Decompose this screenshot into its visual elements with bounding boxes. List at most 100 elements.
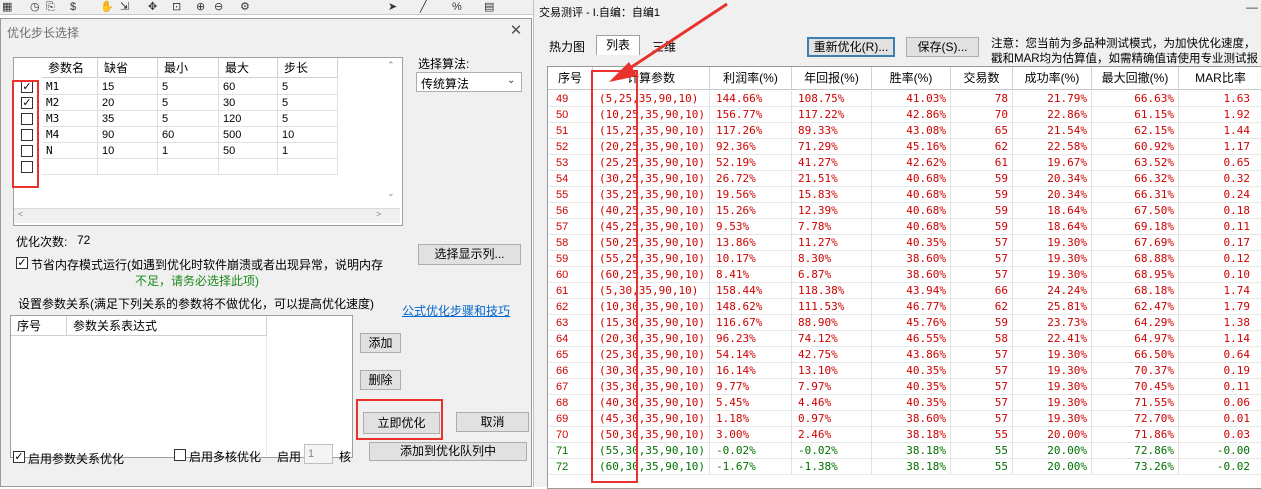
result-header-annual[interactable]: 年回报(%)	[792, 67, 872, 90]
relation-header-index[interactable]: 序号	[11, 316, 67, 336]
param-checkbox[interactable]	[21, 113, 33, 125]
param-cell-step[interactable]: 5	[278, 95, 338, 111]
scroll-right-icon[interactable]: >	[376, 209, 381, 219]
result-row[interactable]: 65 (25,30,35,90,10) 54.14% 42.75% 43.86% 57 19…	[548, 347, 1261, 363]
param-header-name[interactable]: 参数名	[42, 58, 98, 78]
param-cell-max[interactable]: 50	[219, 143, 278, 159]
multicore-checkbox[interactable]	[174, 449, 186, 461]
param-cell-default[interactable]: 90	[98, 127, 158, 143]
result-header-mar[interactable]: MAR比率	[1179, 67, 1261, 90]
param-cell-step[interactable]: 10	[278, 127, 338, 143]
param-cell-default[interactable]: 20	[98, 95, 158, 111]
param-cell-max[interactable]: 30	[219, 95, 278, 111]
param-cell-step[interactable]	[278, 159, 338, 175]
scroll-down-icon[interactable]: ⌄	[387, 188, 395, 199]
param-checkbox[interactable]	[21, 129, 33, 141]
result-row[interactable]: 59 (55,25,35,90,10) 10.17% 8.30% 38.60% 57 19.…	[548, 251, 1261, 267]
param-cell-default[interactable]	[98, 159, 158, 175]
param-checkbox[interactable]: ✓	[21, 81, 33, 93]
export-icon[interactable]: ⇲	[120, 1, 129, 14]
result-row[interactable]: 67 (35,30,35,90,10) 9.77% 7.97% 40.35% 57 19.3…	[548, 379, 1261, 395]
result-header-id[interactable]: 序号	[548, 67, 593, 90]
table-icon[interactable]: ▤	[484, 1, 494, 14]
scroll-left-icon[interactable]: <	[18, 209, 23, 219]
grid-icon[interactable]: ▦	[2, 1, 12, 14]
core-count-input[interactable]: 1	[304, 444, 333, 464]
param-cell-min[interactable]: 60	[158, 127, 219, 143]
param-checkbox[interactable]	[21, 145, 33, 157]
result-row[interactable]: 70 (50,30,35,90,10) 3.00% 2.46% 38.18% 55 20.0…	[548, 427, 1261, 443]
result-row[interactable]: 64 (20,30,35,90,10) 96.23% 74.12% 46.55% 58 22…	[548, 331, 1261, 347]
save-button[interactable]: 保存(S)...	[906, 37, 979, 57]
param-header-max[interactable]: 最大	[219, 58, 278, 78]
result-row[interactable]: 53 (25,25,35,90,10) 52.19% 41.27% 42.62% 61 19…	[548, 155, 1261, 171]
formula-tips-link[interactable]: 公式优化步骤和技巧	[402, 302, 510, 319]
result-row[interactable]: 51 (15,25,35,90,10) 117.26% 89.33% 43.08% 65 2…	[548, 123, 1261, 139]
enable-relation-checkbox[interactable]: ✓	[13, 451, 25, 463]
add-button[interactable]: 添加	[360, 333, 401, 353]
copy-icon[interactable]: ⎘	[46, 1, 55, 14]
delete-button[interactable]: 删除	[360, 370, 401, 390]
cancel-button[interactable]: 取消	[456, 412, 529, 432]
result-row[interactable]: 54 (30,25,35,90,10) 26.72% 21.51% 40.68% 59 20…	[548, 171, 1261, 187]
param-cell-min[interactable]	[158, 159, 219, 175]
zoom-fit-icon[interactable]: ⊡	[172, 1, 181, 14]
line-icon[interactable]: ╱	[420, 1, 427, 14]
param-cell-min[interactable]: 1	[158, 143, 219, 159]
zoom-out-icon[interactable]: ⊖	[214, 1, 223, 14]
scroll-up-icon[interactable]: ⌃	[387, 60, 395, 71]
parameter-grid[interactable]: 参数名 缺省 最小 最大 步长 M1 15 5 60 5 M2 20 5 30 5 M3 35 5 120…	[13, 57, 403, 226]
param-header-step[interactable]: 步长	[278, 58, 338, 78]
result-row[interactable]: 63 (15,30,35,90,10) 116.67% 88.90% 45.76% 59 2…	[548, 315, 1261, 331]
param-header-default[interactable]: 缺省	[98, 58, 158, 78]
param-cell-step[interactable]: 1	[278, 143, 338, 159]
param-cell-step[interactable]: 5	[278, 111, 338, 127]
result-row[interactable]: 58 (50,25,35,90,10) 13.86% 11.27% 40.35% 57 19…	[548, 235, 1261, 251]
param-cell-default[interactable]: 10	[98, 143, 158, 159]
result-row[interactable]: 52 (20,25,35,90,10) 92.36% 71.29% 45.16% 62 22…	[548, 139, 1261, 155]
param-cell-step[interactable]: 5	[278, 79, 338, 95]
result-row[interactable]: 66 (30,30,35,90,10) 16.14% 13.10% 40.35% 57 19…	[548, 363, 1261, 379]
optimize-now-button[interactable]: 立即优化	[363, 412, 440, 434]
param-cell-max[interactable]: 60	[219, 79, 278, 95]
result-table[interactable]: 序号 计算参数 利润率(%) 年回报(%) 胜率(%) 交易数 成功率(%) 最大回撤(%) M…	[547, 66, 1261, 489]
result-row[interactable]: 62 (10,30,35,90,10) 148.62% 111.53% 46.77% 62…	[548, 299, 1261, 315]
param-cell-min[interactable]: 5	[158, 79, 219, 95]
percent-icon[interactable]: %	[452, 1, 462, 14]
param-cell-min[interactable]: 5	[158, 111, 219, 127]
hand-icon[interactable]: ✋	[100, 1, 114, 14]
result-row[interactable]: 50 (10,25,35,90,10) 156.77% 117.22% 42.86% 70…	[548, 107, 1261, 123]
result-row[interactable]: 61 (5,30,35,90,10) 158.44% 118.38% 43.94% 66 2…	[548, 283, 1261, 299]
param-cell-max[interactable]: 120	[219, 111, 278, 127]
result-row[interactable]: 55 (35,25,35,90,10) 19.56% 15.83% 40.68% 59 20…	[548, 187, 1261, 203]
move-icon[interactable]: ✥	[148, 1, 157, 14]
minimize-icon[interactable]: —	[1246, 0, 1260, 14]
close-icon[interactable]: ✕	[506, 21, 526, 41]
zoom-in-icon[interactable]: ⊕	[196, 1, 205, 14]
result-row[interactable]: 72 (60,30,35,90,10) -1.67% -1.38% 38.18% 55 20…	[548, 459, 1261, 475]
settings-icon[interactable]: ⚙	[240, 1, 250, 14]
result-header-win[interactable]: 胜率(%)	[872, 67, 951, 90]
clock-icon[interactable]: ◷	[30, 1, 40, 14]
result-row[interactable]: 56 (40,25,35,90,10) 15.26% 12.39% 40.68% 59 18…	[548, 203, 1261, 219]
memory-mode-checkbox[interactable]: ✓	[16, 257, 28, 269]
result-header-trades[interactable]: 交易数	[951, 67, 1013, 90]
param-checkbox[interactable]: ✓	[21, 97, 33, 109]
relation-list[interactable]: 序号 参数关系表达式	[10, 315, 353, 458]
result-header-dd[interactable]: 最大回撤(%)	[1092, 67, 1179, 90]
param-checkbox[interactable]	[21, 161, 33, 173]
result-header-success[interactable]: 成功率(%)	[1013, 67, 1092, 90]
param-cell-max[interactable]: 500	[219, 127, 278, 143]
cursor-icon[interactable]: ➤	[388, 1, 397, 14]
horizontal-scrollbar[interactable]: < >	[14, 208, 400, 223]
result-row[interactable]: 68 (40,30,35,90,10) 5.45% 4.46% 40.35% 57 19.3…	[548, 395, 1261, 411]
param-cell-default[interactable]: 15	[98, 79, 158, 95]
tab-heatmap[interactable]: 热力图	[549, 38, 585, 55]
select-columns-button[interactable]: 选择显示列...	[418, 244, 521, 265]
add-to-queue-button[interactable]: 添加到优化队列中	[369, 442, 527, 461]
reoptimize-button[interactable]: 重新优化(R)...	[807, 37, 895, 57]
algo-select[interactable]: 传统算法 ⌄	[416, 72, 522, 92]
param-cell-max[interactable]	[219, 159, 278, 175]
param-header-min[interactable]: 最小	[158, 58, 219, 78]
dollar-icon[interactable]: $	[70, 1, 76, 14]
